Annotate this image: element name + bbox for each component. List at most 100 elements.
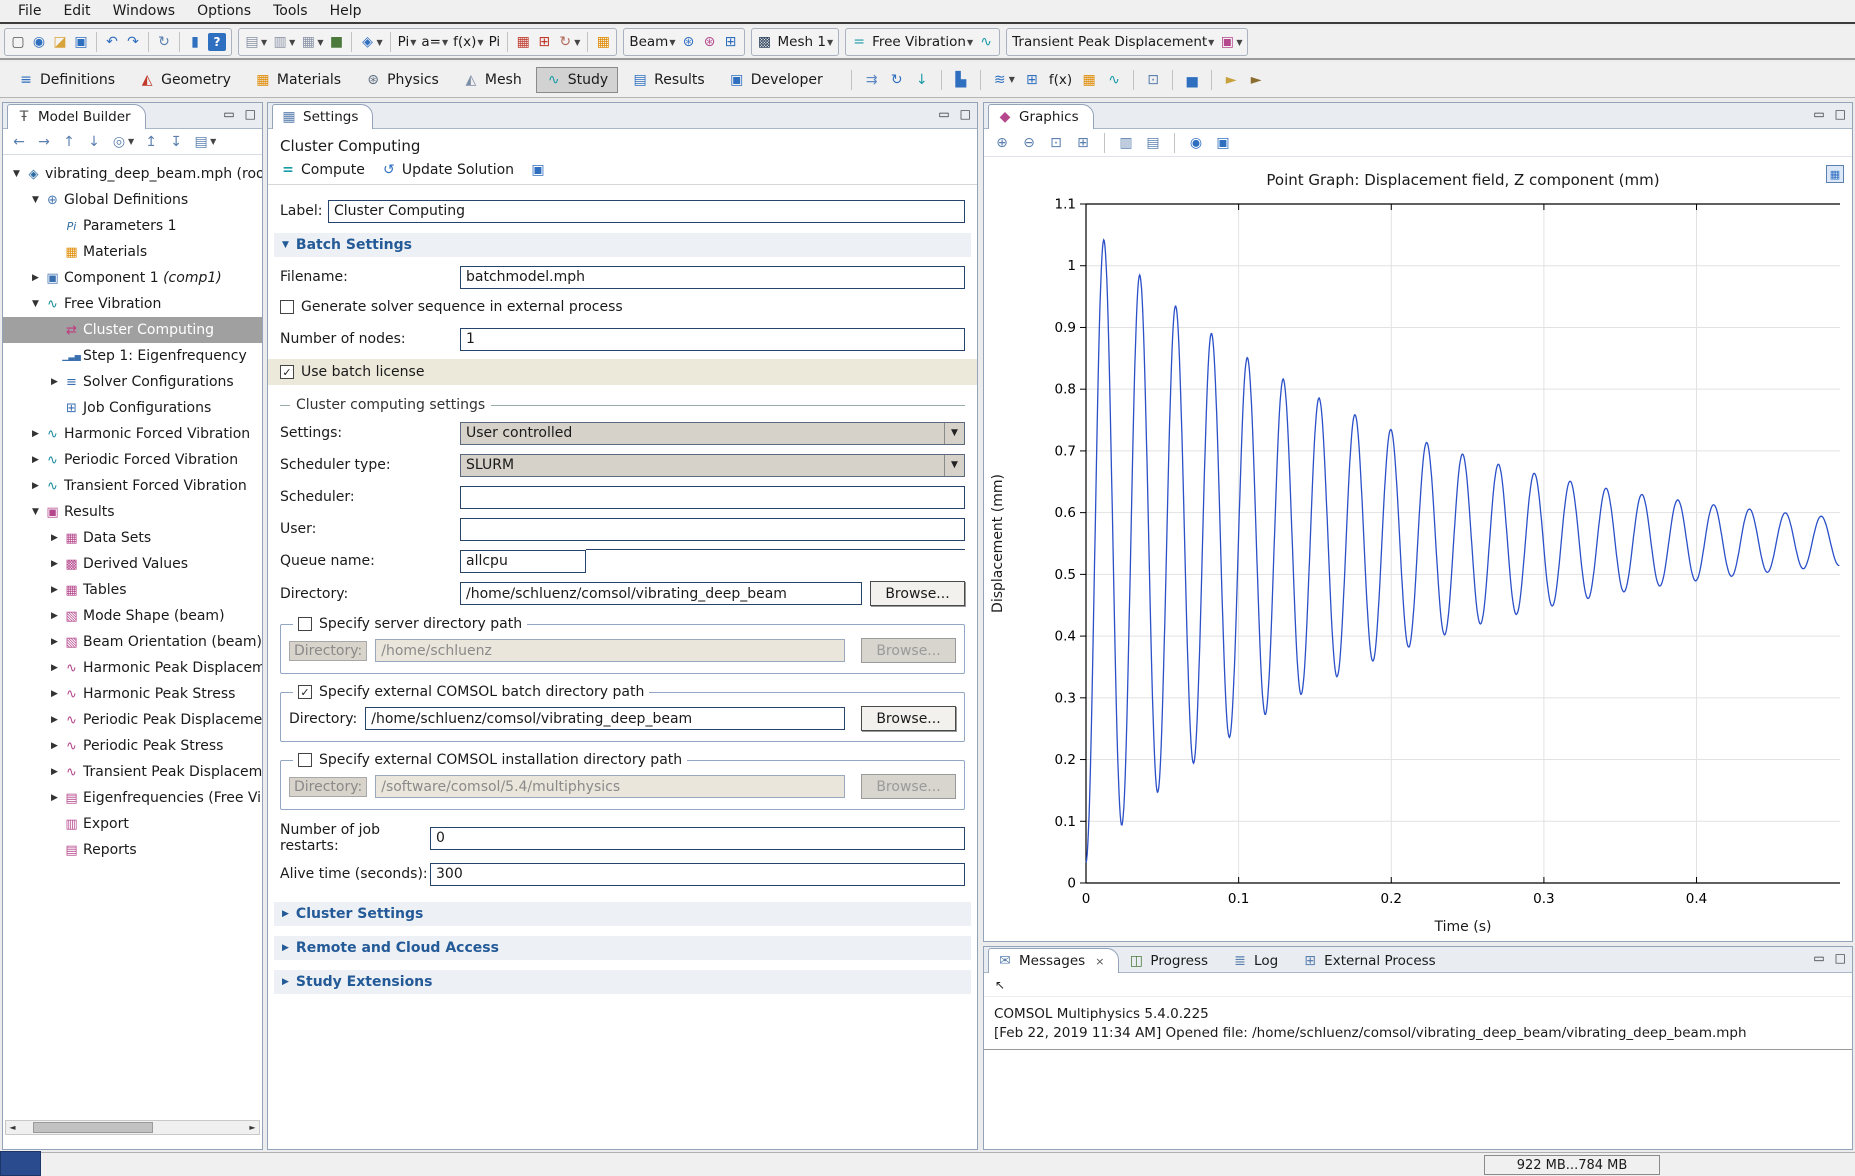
tree-expand-icon[interactable]: ▶ [47, 637, 62, 647]
tree-expand-icon[interactable]: ▶ [47, 767, 62, 777]
x-axis-grid-icon[interactable]: ▤ [1145, 135, 1161, 151]
chevron-down-icon[interactable]: ▼ [128, 137, 134, 146]
physics-selector[interactable]: Beam▼ [629, 34, 675, 50]
zoom-box-icon[interactable]: ⊡ [1048, 135, 1064, 151]
mesh-icon[interactable]: ▩ [757, 34, 773, 50]
tree-item-periodic-peak-stress[interactable]: ▶∿Periodic Peak Stress [3, 733, 262, 759]
update-solution-button[interactable]: ↺ Update Solution [381, 162, 514, 178]
parameter-case-icon[interactable]: Pi [489, 34, 501, 50]
tree-item-derived-values[interactable]: ▶▩Derived Values [3, 551, 262, 577]
chevron-down-icon[interactable]: ▼ [574, 38, 580, 47]
help-icon[interactable]: ? [208, 33, 226, 51]
add-plot-group-icon[interactable]: ▣▼ [1219, 34, 1242, 50]
columns-icon[interactable]: ▤▼ [193, 134, 216, 150]
import-physics-icon[interactable]: ⊞ [723, 34, 739, 50]
save-file-icon[interactable]: ▣ [73, 34, 89, 50]
tree-expand-icon[interactable]: ▶ [28, 481, 43, 491]
save-icon[interactable]: ▣ [530, 162, 546, 178]
study-functions-icon[interactable]: f(x) [1049, 72, 1072, 88]
tree-expand-icon[interactable]: ▶ [47, 793, 62, 803]
add-study-icon[interactable]: ∿ [978, 34, 994, 50]
parametric-sweep-icon[interactable]: ≋▼ [992, 72, 1015, 88]
window-layout-icon[interactable]: ▤▼ [244, 34, 267, 50]
tree-item-transient-forced-vibration[interactable]: ▶∿Transient Forced Vibration [3, 473, 262, 499]
study-selector[interactable]: Free Vibration▼ [872, 34, 973, 50]
tree-item-tables[interactable]: ▶▦Tables [3, 577, 262, 603]
minimize-icon[interactable]: ▭ [1813, 951, 1824, 965]
graphics-tab[interactable]: ◆ Graphics [988, 104, 1094, 129]
parameters-icon[interactable]: Pi▼ [398, 34, 417, 50]
filename-field[interactable]: batchmodel.mph [460, 266, 965, 289]
window-layout-2-icon[interactable]: ▥▼ [272, 34, 295, 50]
scrollbar-thumb[interactable] [33, 1122, 153, 1133]
window-layout-3-icon[interactable]: ▦▼ [300, 34, 323, 50]
chevron-down-icon[interactable]: ▼ [1009, 75, 1015, 84]
graphics-plot-area[interactable]: 00.10.20.30.40.50.60.70.80.911.100.10.20… [984, 157, 1852, 941]
specify-external-batch-directory-checkbox[interactable]: ✓ [298, 685, 312, 699]
collapse-all-icon[interactable]: ↧ [168, 134, 184, 150]
study-materials-icon[interactable]: ▦ [1081, 72, 1097, 88]
minimize-icon[interactable]: ▭ [223, 107, 234, 121]
tab-progress[interactable]: ◫Progress [1119, 948, 1223, 973]
tree-item-vibrating-deep-beam-mph-root[interactable]: ▼◈vibrating_deep_beam.mph (root) [3, 161, 262, 187]
tree-expand-icon[interactable]: ▶ [47, 611, 62, 621]
statistics-icon[interactable]: ▅ [1184, 72, 1200, 88]
tab-external-process[interactable]: ⊞External Process [1293, 948, 1451, 973]
generate-solver-sequence-checkbox[interactable] [280, 300, 294, 314]
tree-item-results[interactable]: ▼▣Results [3, 499, 262, 525]
scheduler-type-dropdown[interactable]: SLURM ▼ [460, 454, 965, 477]
scheduler-field[interactable] [460, 486, 965, 509]
plot-group-selector[interactable]: Transient Peak Displacement▼ [1012, 34, 1214, 50]
tree-item-free-vibration[interactable]: ▼∿Free Vibration [3, 291, 262, 317]
ribbon-mesh[interactable]: ◭Mesh [453, 67, 532, 93]
tree-item-periodic-forced-vibration[interactable]: ▶∿Periodic Forced Vibration [3, 447, 262, 473]
chevron-down-icon[interactable]: ▼ [317, 38, 323, 47]
chevron-down-icon[interactable]: ▼ [967, 38, 973, 47]
probe-icon[interactable]: ► [1223, 72, 1239, 88]
chevron-down-icon[interactable]: ▼ [669, 38, 675, 47]
zoom-extents-icon[interactable]: ⊞ [1075, 135, 1091, 151]
tree-item-materials[interactable]: ▦Materials [3, 239, 262, 265]
user-field[interactable] [460, 518, 965, 541]
section-study-extensions[interactable]: ▶ Study Extensions [274, 970, 971, 994]
tree-item-beam-orientation-beam[interactable]: ▶▧Beam Orientation (beam) [3, 629, 262, 655]
desktop-layout-icon[interactable]: ■ [328, 34, 344, 50]
tree-item-job-configurations[interactable]: ⊞Job Configurations [3, 395, 262, 421]
tree-expand-icon[interactable]: ▶ [47, 377, 62, 387]
tree-expand-icon[interactable]: ▶ [47, 689, 62, 699]
tree-expand-icon[interactable]: ▼ [28, 507, 43, 517]
mesh-selector[interactable]: Mesh 1▼ [778, 34, 834, 50]
chevron-down-icon[interactable]: ▼ [289, 38, 295, 47]
plot-properties-icon[interactable]: ▦ [1826, 165, 1844, 183]
tab-messages[interactable]: ✉Messages× [988, 948, 1119, 973]
zoom-out-icon[interactable]: ⊖ [1021, 135, 1037, 151]
tree-item-parameters-1[interactable]: PiParameters 1 [3, 213, 262, 239]
maximize-icon[interactable]: □ [1835, 951, 1846, 965]
new-file-icon[interactable]: ▢ [10, 34, 26, 50]
specify-installation-directory-checkbox[interactable] [298, 753, 312, 767]
tree-item-global-definitions[interactable]: ▼⊕Global Definitions [3, 187, 262, 213]
tree-item-harmonic-peak-displacement[interactable]: ▶∿Harmonic Peak Displacement [3, 655, 262, 681]
import-icon[interactable]: ⊞ [536, 34, 552, 50]
show-default-solver-icon[interactable]: ▙ [953, 72, 969, 88]
menu-windows[interactable]: Windows [103, 1, 186, 21]
use-batch-license-checkbox[interactable]: ✓ [280, 365, 294, 379]
menu-tools[interactable]: Tools [263, 1, 318, 21]
tree-expand-icon[interactable]: ▼ [28, 299, 43, 309]
documentation-icon[interactable]: ▮ [187, 34, 203, 50]
tab-log[interactable]: ≣Log [1223, 948, 1293, 973]
chevron-down-icon[interactable]: ▼ [376, 38, 382, 47]
label-field[interactable]: Cluster Computing [328, 200, 965, 223]
maximize-icon[interactable]: □ [245, 107, 256, 121]
tree-expand-icon[interactable]: ▶ [47, 741, 62, 751]
browse-button[interactable]: Browse... [861, 706, 956, 731]
minimize-icon[interactable]: ▭ [1813, 107, 1824, 121]
settings-tab[interactable]: ▦ Settings [272, 104, 373, 129]
expand-all-icon[interactable]: ↥ [143, 134, 159, 150]
add-multiphysics-icon[interactable]: ⊛ [702, 34, 718, 50]
section-remote-cloud-access[interactable]: ▶ Remote and Cloud Access [274, 936, 971, 960]
ribbon-geometry[interactable]: ◭Geometry [129, 67, 241, 93]
tree-expand-icon[interactable]: ▼ [28, 195, 43, 205]
reload-icon[interactable]: ↻ [156, 34, 172, 50]
tree-expand-icon[interactable]: ▶ [47, 715, 62, 725]
